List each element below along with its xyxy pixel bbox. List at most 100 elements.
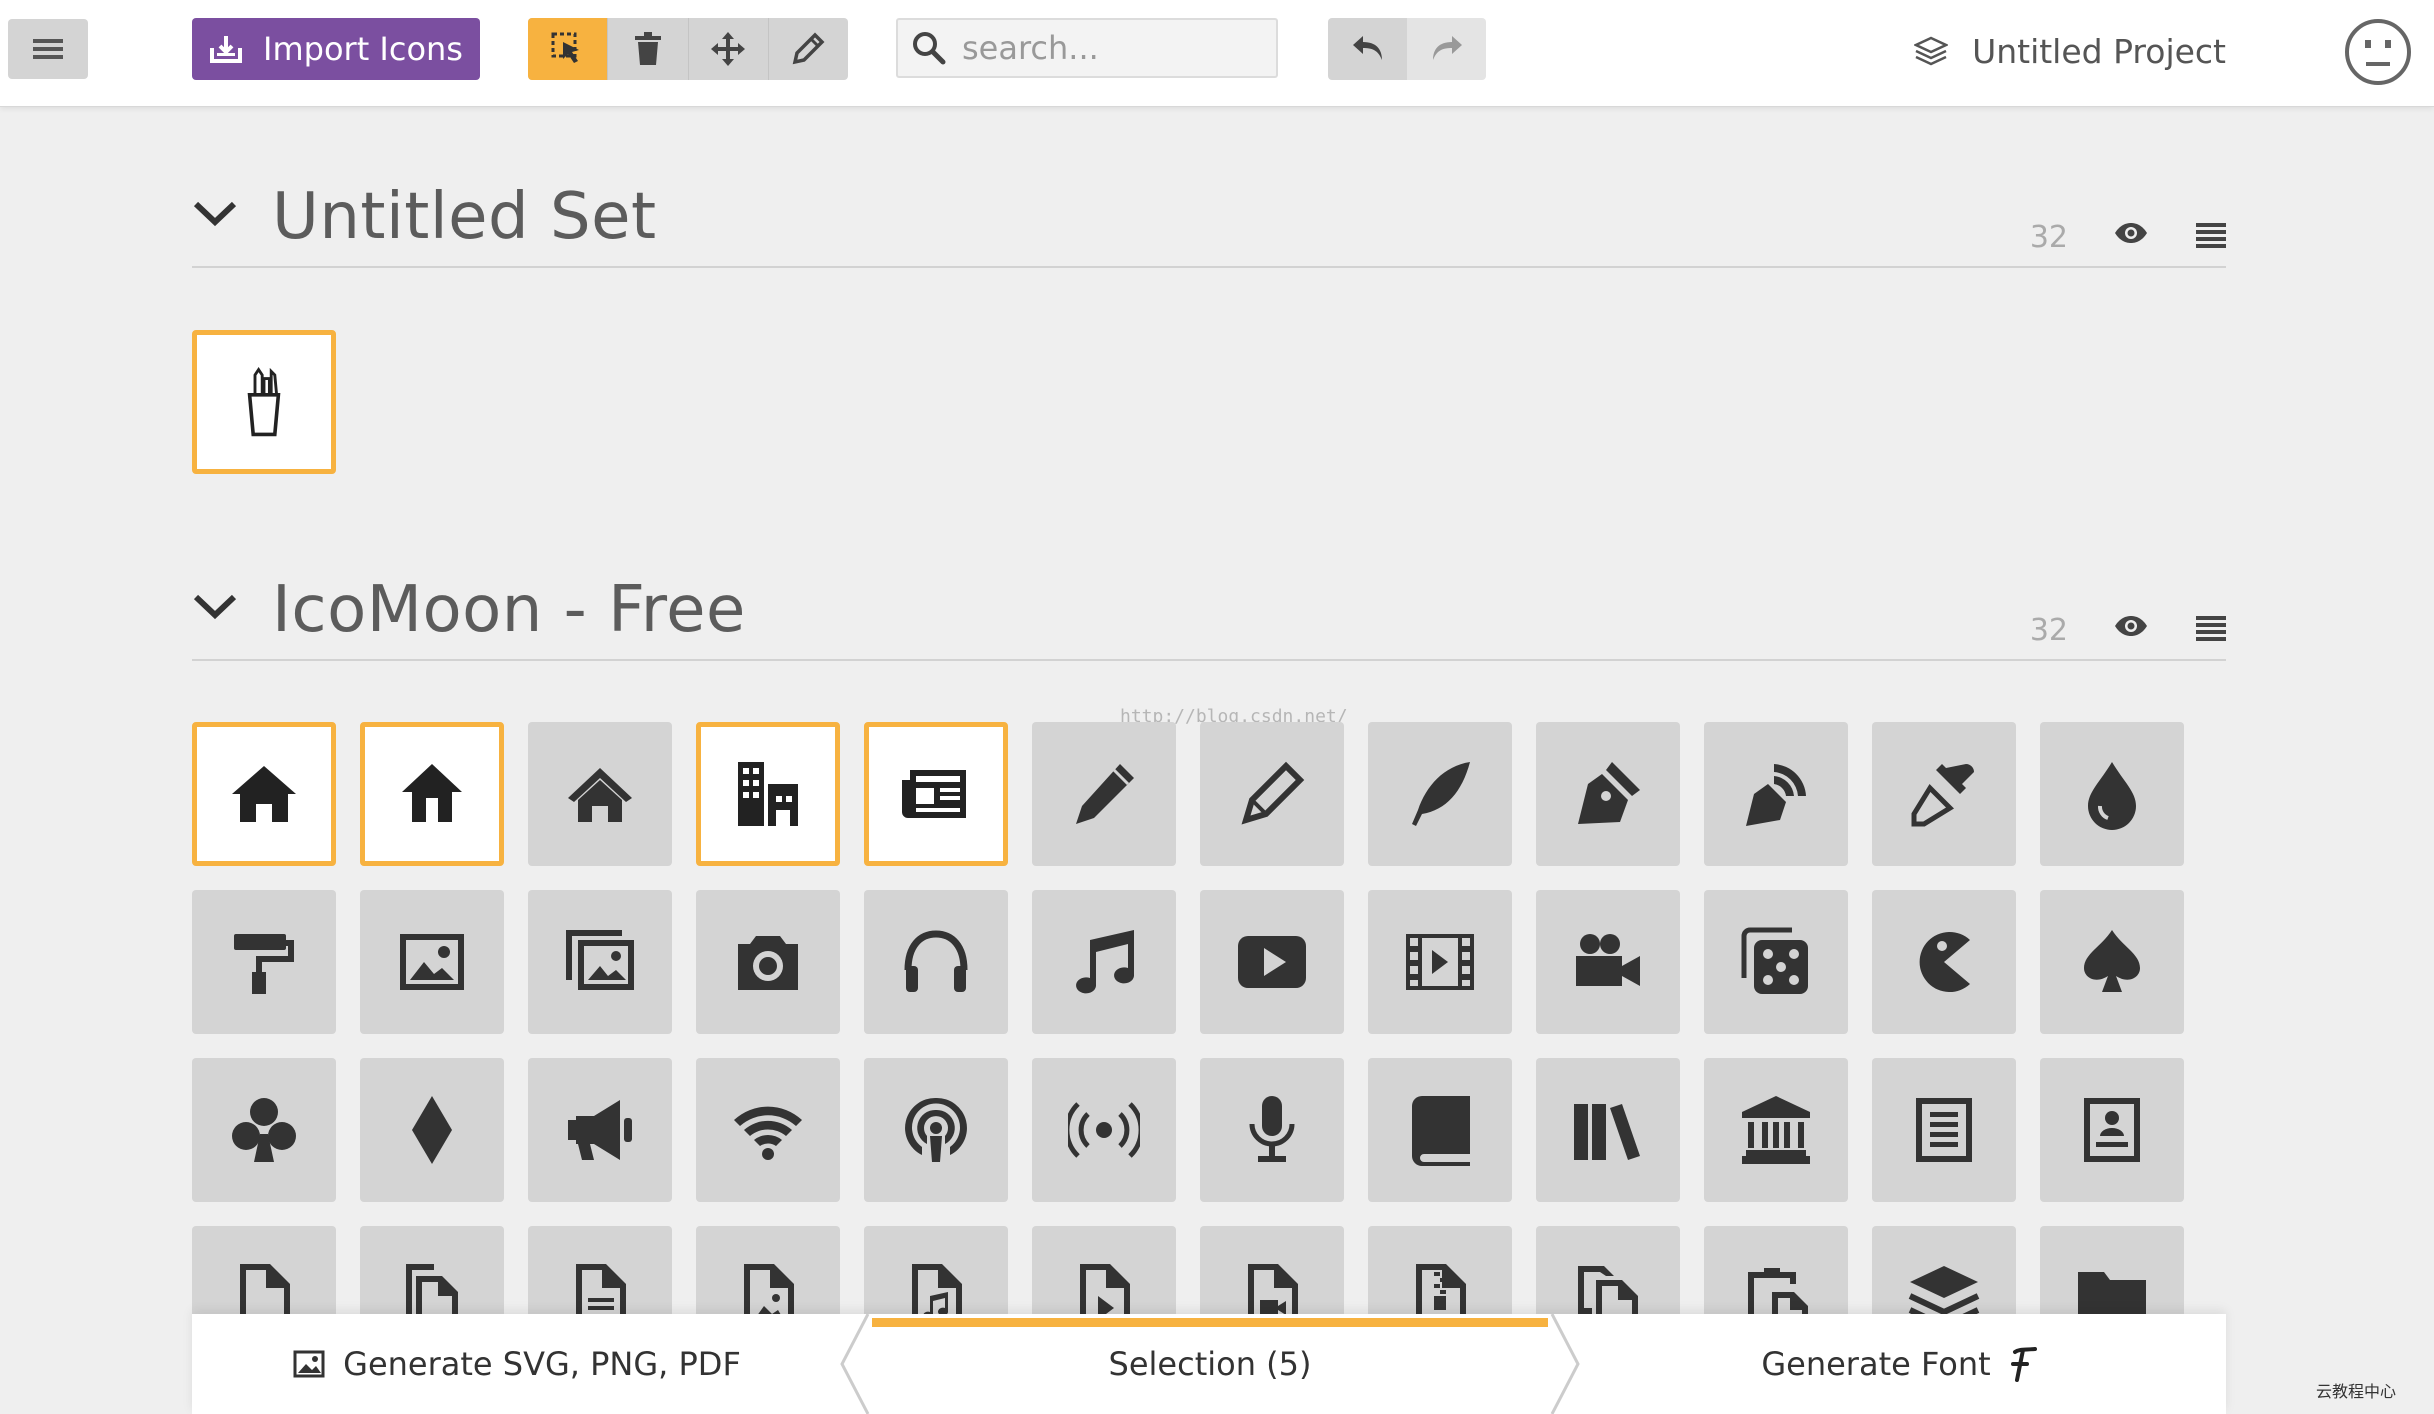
books-icon	[1574, 1104, 1640, 1160]
eye-icon[interactable]	[2114, 615, 2148, 637]
home-icon	[232, 766, 296, 822]
icon-tile[interactable]	[864, 890, 1008, 1034]
icon-tile[interactable]	[1704, 722, 1848, 866]
corner-watermark: 云教程中心	[2316, 1382, 2397, 1401]
layers-icon	[1914, 36, 1949, 66]
icon-tile[interactable]	[1368, 1058, 1512, 1202]
icon-tile[interactable]	[528, 890, 672, 1034]
newspaper-icon	[902, 770, 966, 818]
icon-tile[interactable]	[192, 890, 336, 1034]
icon-tile[interactable]	[360, 722, 504, 866]
diamonds-icon	[412, 1096, 452, 1164]
user-avatar-icon[interactable]	[2344, 18, 2412, 86]
eye-icon[interactable]	[2114, 222, 2148, 244]
icon-tile[interactable]	[1872, 1058, 2016, 1202]
pencil-icon	[1076, 764, 1134, 824]
project-name: Untitled Project	[1972, 31, 2226, 71]
icon-tile[interactable]	[1536, 1058, 1680, 1202]
generate-font-button[interactable]: Generate Font	[1572, 1314, 2226, 1414]
delete-tool-button[interactable]	[608, 18, 689, 80]
dice-icon	[1741, 927, 1808, 994]
play-icon	[1238, 936, 1306, 988]
library-icon	[1742, 1096, 1810, 1164]
icon-tile[interactable]	[1536, 890, 1680, 1034]
icon-tile[interactable]	[864, 1058, 1008, 1202]
search-input[interactable]	[960, 28, 1264, 68]
set-icon-count: 32	[2029, 220, 2068, 255]
pencil-icon	[793, 32, 825, 65]
pencil2-icon	[1241, 761, 1305, 825]
image-icon	[293, 1350, 325, 1378]
spades-icon	[2084, 930, 2140, 992]
selection-label: Selection (5)	[1108, 1345, 1312, 1383]
search-icon	[913, 32, 946, 65]
project-switcher[interactable]: Untitled Project	[1914, 26, 2226, 76]
icon-tile[interactable]	[1200, 722, 1344, 866]
select-tool-button[interactable]	[528, 18, 609, 80]
podcast-icon	[905, 1097, 967, 1162]
icon-tile[interactable]	[1032, 890, 1176, 1034]
set-title: IcoMoon - Free	[272, 573, 746, 647]
camera-icon	[738, 936, 798, 990]
top-toolbar: Import Icons Untitled Project	[0, 0, 2434, 107]
icon-tile[interactable]	[360, 1058, 504, 1202]
icon-tile[interactable]	[864, 722, 1008, 866]
icon-tile[interactable]	[2040, 890, 2184, 1034]
collapse-chevron-icon[interactable]	[192, 591, 238, 621]
video-camera-icon	[1576, 934, 1640, 986]
icon-tile[interactable]	[1368, 722, 1512, 866]
icon-grid-icomoon-free	[192, 722, 2184, 1370]
icon-tile[interactable]	[528, 1058, 672, 1202]
feed-icon	[1068, 1102, 1140, 1158]
undo-button[interactable]	[1328, 18, 1407, 80]
icon-tile[interactable]	[1032, 722, 1176, 866]
home3-icon	[568, 768, 632, 822]
icon-tile[interactable]	[1872, 890, 2016, 1034]
icon-tile[interactable]	[2040, 722, 2184, 866]
pacman-icon	[1919, 932, 1970, 992]
icon-tile[interactable]	[696, 1058, 840, 1202]
icon-tile[interactable]	[1200, 1058, 1344, 1202]
hamburger-icon	[33, 39, 63, 59]
redo-icon	[1432, 36, 1462, 60]
import-icons-button[interactable]: Import Icons	[192, 18, 480, 80]
icon-tile[interactable]	[192, 722, 336, 866]
icon-tile[interactable]	[1536, 722, 1680, 866]
icon-tile[interactable]	[192, 330, 336, 474]
collapse-chevron-icon[interactable]	[192, 198, 238, 228]
set-menu-icon[interactable]	[2196, 222, 2226, 248]
redo-button[interactable]	[1407, 18, 1486, 80]
search-box[interactable]	[896, 18, 1278, 78]
icon-tile[interactable]	[192, 1058, 336, 1202]
generate-svg-button[interactable]: Generate SVG, PNG, PDF	[192, 1314, 842, 1414]
icon-tile[interactable]	[696, 722, 840, 866]
selection-tab[interactable]: Selection (5)	[872, 1314, 1548, 1414]
icon-tile[interactable]	[696, 890, 840, 1034]
edit-tool-button[interactable]	[769, 18, 848, 80]
set-menu-icon[interactable]	[2196, 615, 2226, 641]
generate-font-label: Generate Font	[1761, 1345, 1991, 1383]
icon-tile[interactable]	[1200, 890, 1344, 1034]
icon-tile[interactable]	[1704, 890, 1848, 1034]
icon-tile[interactable]	[1032, 1058, 1176, 1202]
generate-svg-label: Generate SVG, PNG, PDF	[343, 1345, 741, 1383]
font-icon	[2010, 1347, 2037, 1382]
icon-tile[interactable]	[1872, 722, 2016, 866]
pencil-cup-icon	[247, 367, 281, 437]
set-header-untitled: Untitled Set 32	[192, 176, 2226, 268]
icon-tile[interactable]	[1368, 890, 1512, 1034]
main-menu-button[interactable]	[8, 19, 88, 79]
import-icons-label: Import Icons	[263, 30, 463, 68]
clubs-icon	[232, 1098, 296, 1162]
move-tool-button[interactable]	[689, 18, 769, 80]
icon-tile[interactable]	[528, 722, 672, 866]
undo-icon	[1352, 36, 1382, 60]
tab-divider-left	[840, 1314, 870, 1414]
icon-tile[interactable]	[1704, 1058, 1848, 1202]
file-text-icon	[1916, 1098, 1972, 1162]
icon-tile[interactable]	[360, 890, 504, 1034]
import-icon	[210, 36, 243, 63]
edit-tool-group	[528, 18, 848, 80]
icon-tile[interactable]	[2040, 1058, 2184, 1202]
book-icon	[1412, 1096, 1470, 1166]
